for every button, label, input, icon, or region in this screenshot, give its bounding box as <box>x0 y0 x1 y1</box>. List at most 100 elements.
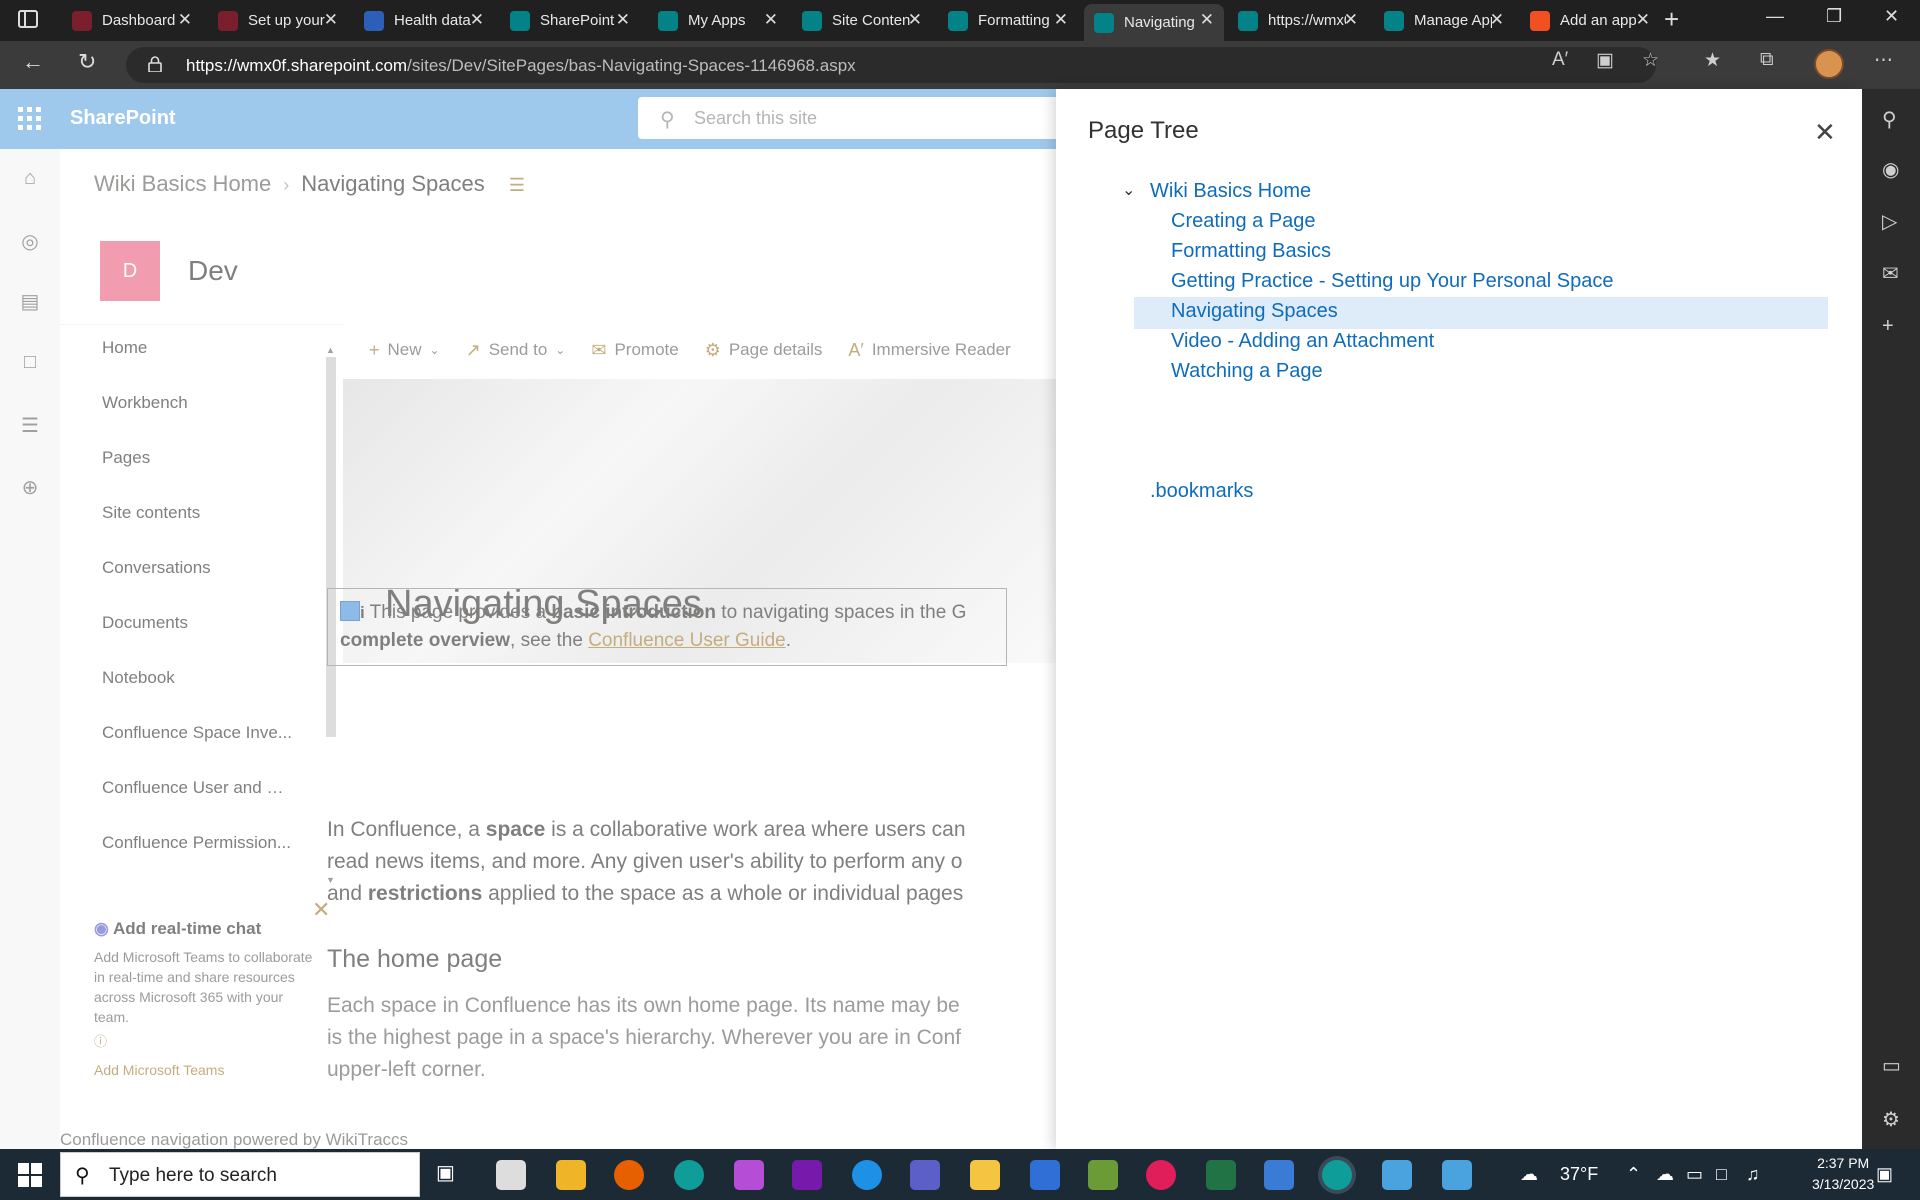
tab-label: Set up your <box>248 12 325 29</box>
tab-close-icon[interactable]: ✕ <box>1200 10 1214 30</box>
tab-actions-icon[interactable] <box>18 10 38 28</box>
browser-tab[interactable]: Dashboard ✕ <box>62 4 202 37</box>
tab-favicon-icon <box>72 10 92 31</box>
file-explorer-icon[interactable] <box>556 1160 586 1190</box>
restore-icon[interactable]: ❐ <box>1826 6 1842 27</box>
notifications-icon[interactable]: ▣ <box>1876 1164 1893 1185</box>
tab-label: SharePoint <box>540 12 615 29</box>
url-field[interactable]: https://wmx0f.sharepoint.com/sites/Dev/S… <box>126 47 1656 83</box>
tab-close-icon[interactable]: ✕ <box>178 10 192 30</box>
tree-item-selected[interactable]: Navigating Spaces <box>1171 300 1338 323</box>
slack-icon[interactable] <box>1146 1160 1176 1190</box>
browser-tab[interactable]: Site Contents✕ <box>792 4 932 37</box>
docker-icon[interactable] <box>852 1160 882 1190</box>
tab-label: Add an app <box>1560 12 1637 29</box>
lock-icon <box>148 56 162 72</box>
tools-icon[interactable]: ▷ <box>1882 209 1897 234</box>
weather-icon[interactable]: ☁ <box>1520 1164 1538 1185</box>
window-close-icon[interactable]: ✕ <box>1884 6 1899 27</box>
tab-close-icon[interactable]: ✕ <box>616 10 630 30</box>
teams-app-icon[interactable] <box>910 1160 940 1190</box>
tab-label: https://wmx0f <box>1268 12 1346 29</box>
minimize-icon[interactable]: — <box>1766 6 1784 27</box>
tree-item[interactable]: Getting Practice - Setting up Your Perso… <box>1171 270 1614 293</box>
browser-tab[interactable]: SharePoint ✕ <box>500 4 640 37</box>
tree-root[interactable]: Wiki Basics Home <box>1150 180 1311 203</box>
tab-favicon-icon <box>1094 12 1114 33</box>
address-bar: ← ↻ https://wmx0f.sharepoint.com/sites/D… <box>0 41 1920 89</box>
tree-sibling[interactable]: .bookmarks <box>1150 480 1253 503</box>
edge-dev-icon[interactable] <box>674 1160 704 1190</box>
taskbar-search-placeholder: Type here to search <box>109 1165 277 1186</box>
mail-icon[interactable] <box>1030 1160 1060 1190</box>
tree-item[interactable]: Video - Adding an Attachment <box>1171 330 1434 353</box>
settings-icon[interactable]: ⚙ <box>1882 1107 1900 1132</box>
tab-close-icon[interactable]: ✕ <box>1054 10 1068 30</box>
add-icon[interactable]: + <box>1882 315 1894 338</box>
close-icon[interactable]: ✕ <box>1814 117 1836 148</box>
network-app-icon[interactable] <box>1264 1160 1294 1190</box>
window-app-icon[interactable] <box>1382 1160 1412 1190</box>
browser-tab[interactable]: Add an app ✕ <box>1520 4 1660 37</box>
tab-favicon-icon <box>218 10 238 31</box>
refresh-icon[interactable]: ↻ <box>78 49 96 75</box>
hide-sidebar-icon[interactable]: ▭ <box>1882 1053 1901 1078</box>
outlook-icon[interactable]: ✉ <box>1882 261 1899 286</box>
browser-tab[interactable]: https://wmx0f✕ <box>1228 4 1368 37</box>
chevron-down-icon[interactable]: ⌄ <box>1122 180 1135 200</box>
tree-item[interactable]: Creating a Page <box>1171 210 1316 233</box>
windows-start-icon[interactable] <box>18 1163 42 1187</box>
clock[interactable]: 2:37 PM 3/13/2023 <box>1812 1153 1874 1195</box>
network-icon[interactable]: □ <box>1716 1164 1727 1185</box>
tab-close-icon[interactable]: ✕ <box>764 10 778 30</box>
weather-temp[interactable]: 37°F <box>1560 1164 1598 1185</box>
edge-sidebar: ⚲ ◉ ▷ ✉ + ▭ ⚙ <box>1862 89 1920 1149</box>
task-view-icon[interactable]: ▣ <box>436 1160 466 1190</box>
browser-tab[interactable]: Formatting ✕ <box>938 4 1078 37</box>
phpstorm-icon[interactable] <box>734 1160 764 1190</box>
volume-icon[interactable]: ♫ <box>1746 1164 1760 1185</box>
bing-chat-icon[interactable]: ◉ <box>1882 157 1899 182</box>
window-app-2-icon[interactable] <box>1442 1160 1472 1190</box>
tab-close-icon[interactable]: ✕ <box>1344 10 1358 30</box>
tree-item[interactable]: Formatting Basics <box>1171 240 1331 263</box>
read-aloud-icon[interactable]: A′ <box>1552 49 1568 71</box>
firefox-icon[interactable] <box>614 1160 644 1190</box>
tab-label: Dashboard <box>102 12 176 29</box>
more-options-icon[interactable]: ⋯ <box>1874 49 1893 72</box>
tab-close-icon[interactable]: ✕ <box>470 10 484 30</box>
tab-label: Formatting <box>978 12 1050 29</box>
keepass-icon[interactable] <box>970 1160 1000 1190</box>
tab-label: Manage Apps <box>1414 12 1492 29</box>
browser-tab[interactable]: Set up your ✕ <box>208 4 348 37</box>
onenote-icon[interactable] <box>792 1160 822 1190</box>
chevron-up-icon[interactable]: ⌃ <box>1626 1164 1641 1185</box>
profile-avatar[interactable] <box>1814 49 1844 79</box>
collections-icon[interactable]: ⧉ <box>1760 49 1774 71</box>
tab-favicon-icon <box>1530 10 1550 31</box>
back-icon[interactable]: ← <box>22 49 44 75</box>
graph-app-icon[interactable] <box>1088 1160 1118 1190</box>
tab-close-icon[interactable]: ✕ <box>908 10 922 30</box>
battery-icon[interactable]: ▭ <box>1686 1164 1703 1185</box>
add-favorite-icon[interactable]: ☆ <box>1642 49 1659 72</box>
immersive-reader-icon[interactable]: ▣ <box>1596 49 1614 72</box>
tab-close-icon[interactable]: ✕ <box>324 10 338 30</box>
spreadsheet-icon[interactable] <box>1206 1160 1236 1190</box>
tree-item[interactable]: Watching a Page <box>1171 360 1323 383</box>
notepad-app-icon[interactable] <box>496 1160 526 1190</box>
tab-close-icon[interactable]: ✕ <box>1636 10 1650 30</box>
modal-overlay[interactable] <box>0 89 1056 1149</box>
search-icon[interactable]: ⚲ <box>1882 107 1897 132</box>
browser-tab[interactable]: Navigating ✕ <box>1084 4 1224 41</box>
browser-tab[interactable]: My Apps ✕ <box>648 4 788 37</box>
edge-browser-icon[interactable] <box>1322 1160 1352 1190</box>
tab-close-icon[interactable]: ✕ <box>1490 10 1504 30</box>
favorites-icon[interactable]: ★ <box>1704 49 1721 72</box>
onedrive-icon[interactable]: ☁ <box>1656 1164 1674 1185</box>
taskbar-search[interactable]: ⚲ Type here to search <box>60 1152 420 1197</box>
browser-tab[interactable]: Health data ✕ <box>354 4 494 37</box>
new-tab-button[interactable]: + <box>1664 4 1679 35</box>
tab-favicon-icon <box>364 10 384 31</box>
browser-tab[interactable]: Manage Apps✕ <box>1374 4 1514 37</box>
